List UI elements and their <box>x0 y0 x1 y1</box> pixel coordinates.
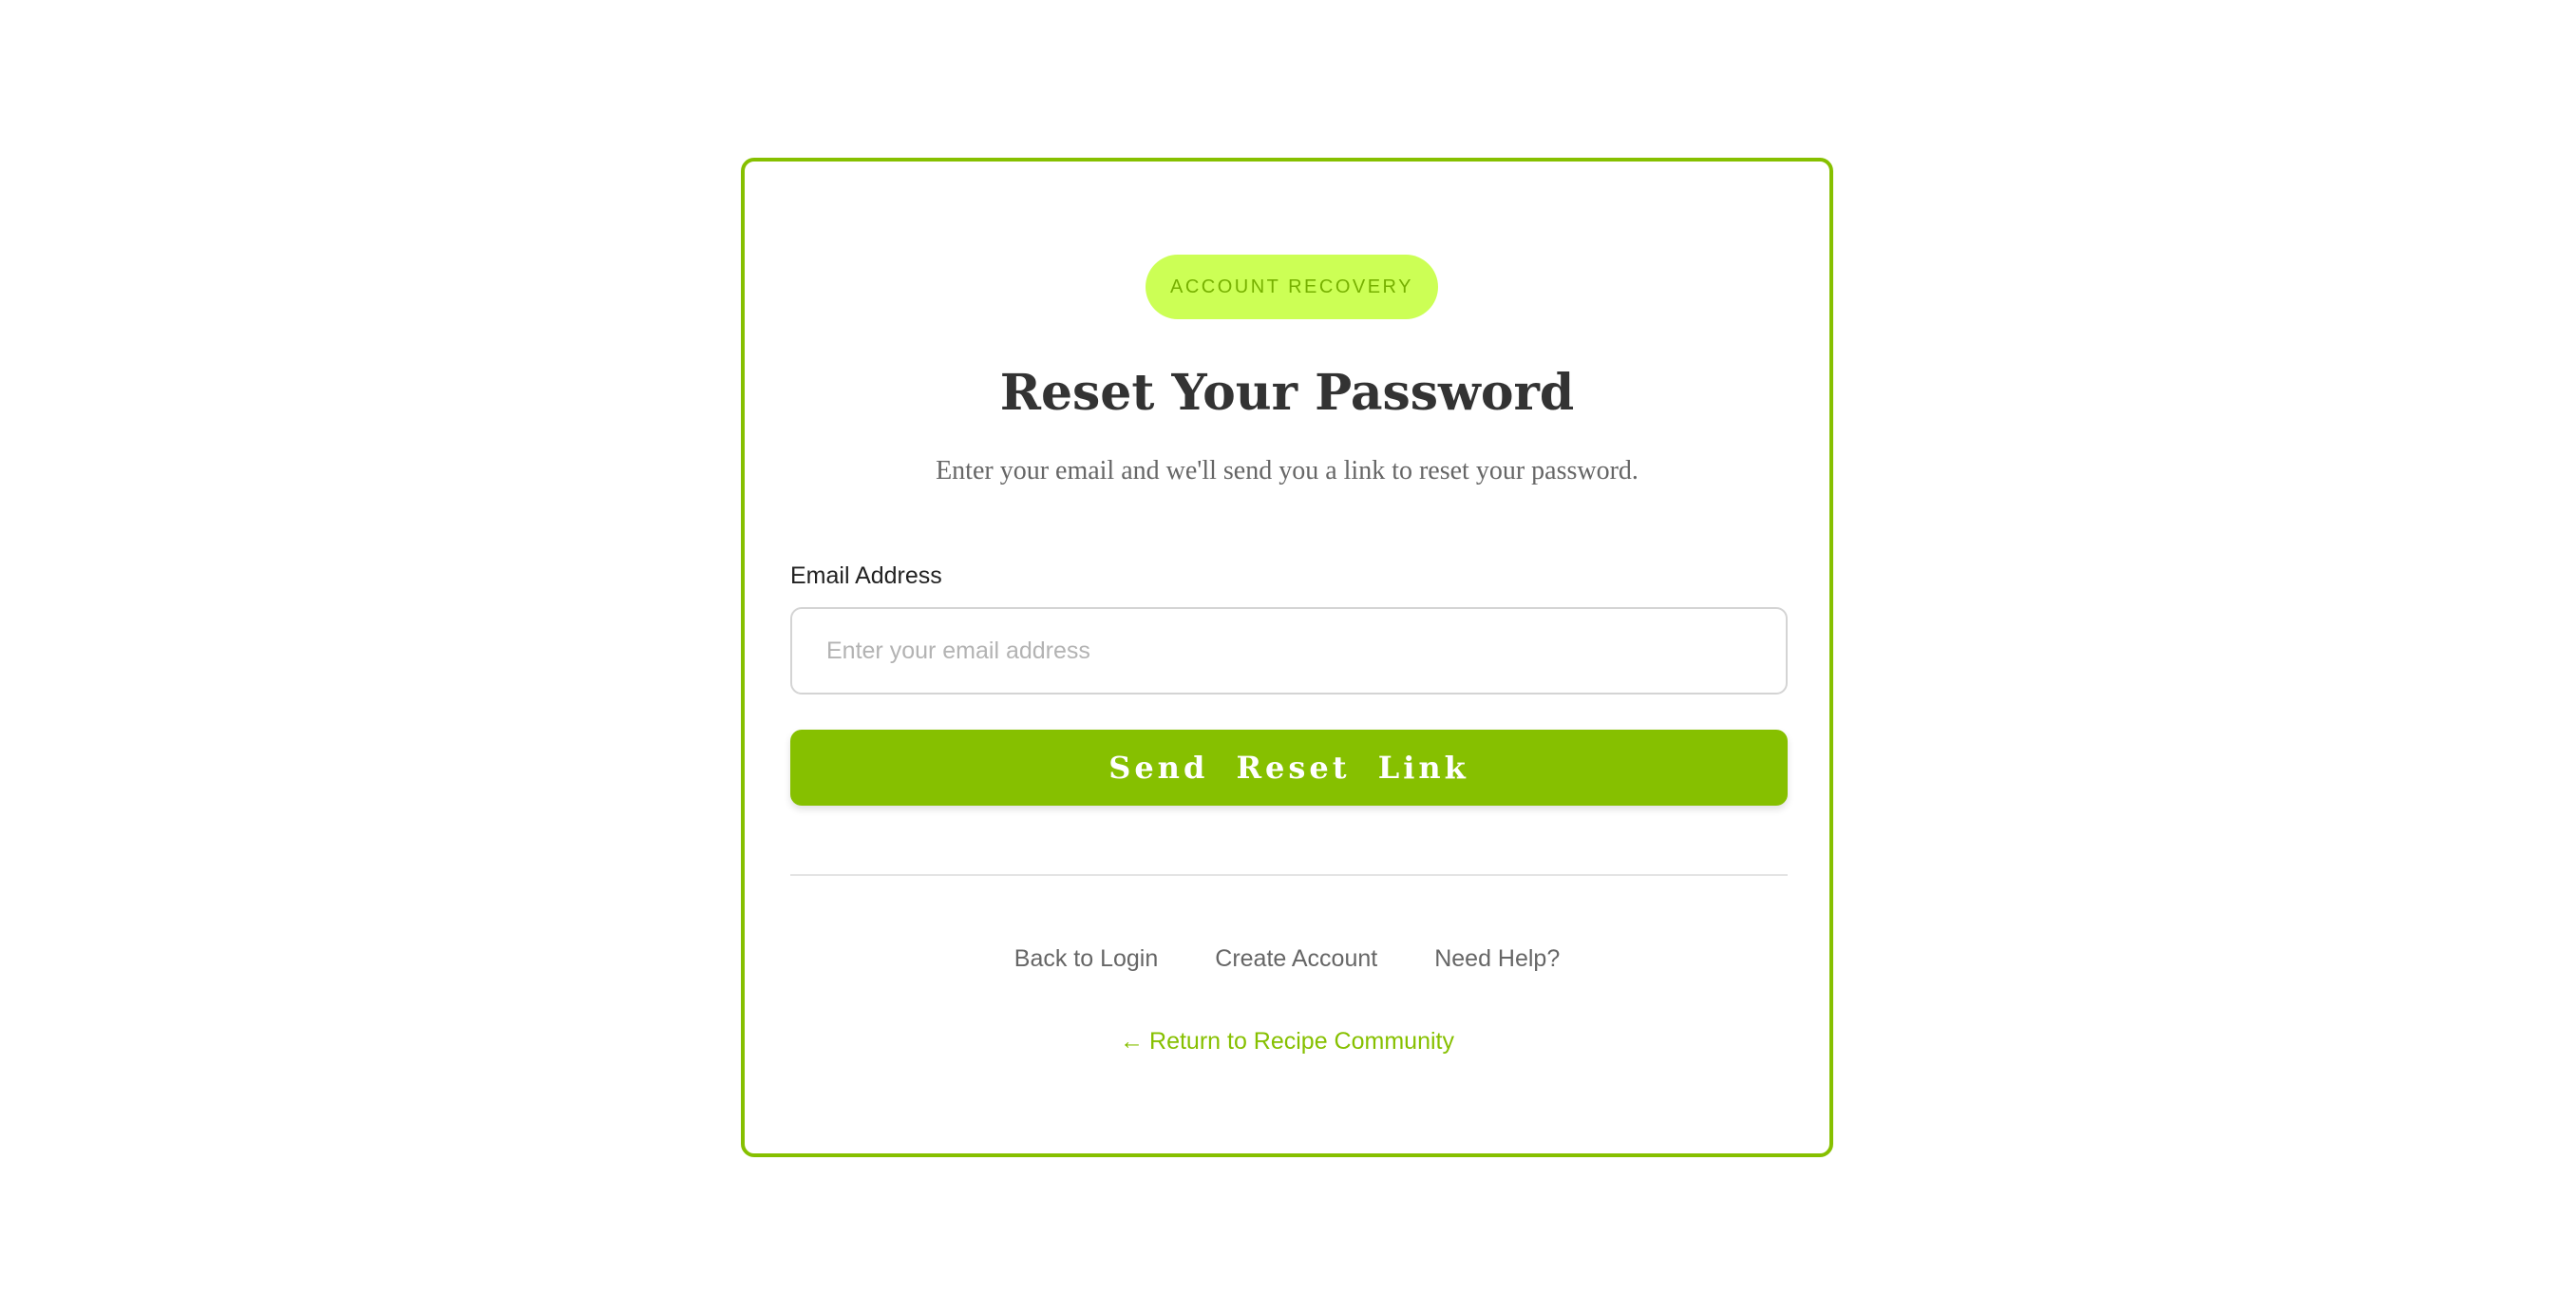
email-label: Email Address <box>790 562 942 589</box>
reset-password-card: ACCOUNT RECOVERY Reset Your Password Ent… <box>741 158 1833 1157</box>
arrow-left-icon: ← <box>1120 1028 1145 1055</box>
footer-links: Back to Login Create Account Need Help? <box>745 947 1829 971</box>
need-help-link[interactable]: Need Help? <box>1434 947 1560 971</box>
return-link-label: Return to Recipe Community <box>1149 1028 1454 1055</box>
return-link-row: ← Return to Recipe Community <box>745 1030 1829 1054</box>
account-recovery-badge: ACCOUNT RECOVERY <box>1146 255 1438 319</box>
send-reset-link-button[interactable]: Send Reset Link <box>790 730 1788 806</box>
return-to-community-link[interactable]: ← Return to Recipe Community <box>1120 1028 1454 1055</box>
divider <box>790 874 1788 876</box>
back-to-login-link[interactable]: Back to Login <box>1014 947 1159 971</box>
create-account-link[interactable]: Create Account <box>1215 947 1377 971</box>
page-subtitle: Enter your email and we'll send you a li… <box>936 456 1638 485</box>
page-title: Reset Your Password <box>999 364 1575 422</box>
email-input[interactable] <box>790 607 1788 695</box>
